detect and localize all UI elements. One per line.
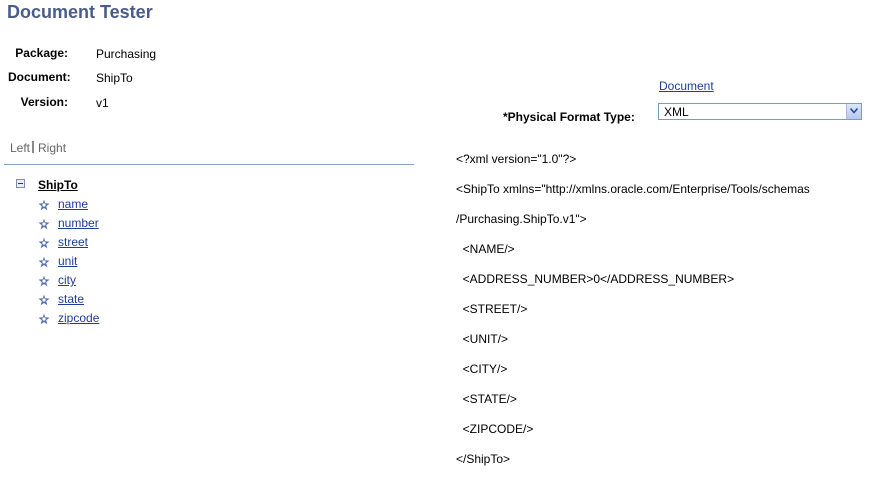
format-type-label: *Physical Format Type: <box>503 110 635 124</box>
xml-line: <NAME/> <box>456 242 515 256</box>
document-value: ShipTo <box>96 71 133 85</box>
xml-line: <CITY/> <box>456 362 508 376</box>
tabs-divider <box>4 164 414 165</box>
xml-output: <?xml version="1.0"?> <ShipTo xmlns="htt… <box>456 137 810 482</box>
version-value: v1 <box>96 96 109 110</box>
field-node-icon <box>38 294 50 306</box>
package-label: Package: <box>15 46 68 60</box>
xml-line: <ShipTo xmlns="http://xmlns.oracle.com/E… <box>456 182 810 196</box>
tree-node-state[interactable]: state <box>58 292 84 306</box>
tree-node-zipcode[interactable]: zipcode <box>58 311 99 325</box>
xml-line: <STREET/> <box>456 302 528 316</box>
field-node-icon <box>38 218 50 230</box>
field-node-icon <box>38 275 50 287</box>
tab-left[interactable]: Left <box>10 141 30 155</box>
tree-root-shipto[interactable]: ShipTo <box>38 178 78 192</box>
format-type-select[interactable]: XML <box>658 103 862 120</box>
tab-separator <box>32 141 35 153</box>
tab-right[interactable]: Right <box>38 141 66 155</box>
tree-node-name[interactable]: name <box>58 197 88 211</box>
field-node-icon <box>38 199 50 211</box>
chevron-down-icon[interactable] <box>846 104 861 119</box>
tree-node-city[interactable]: city <box>58 273 76 287</box>
field-node-icon <box>38 256 50 268</box>
page-title: Document Tester <box>7 2 153 22</box>
xml-line: <ADDRESS_NUMBER>0</ADDRESS_NUMBER> <box>456 272 735 286</box>
xml-line: </ShipTo> <box>456 452 511 466</box>
xml-line: <UNIT/> <box>456 332 509 346</box>
xml-line: <ZIPCODE/> <box>456 422 534 436</box>
xml-line: /Purchasing.ShipTo.v1"> <box>456 212 587 226</box>
collapse-icon[interactable] <box>16 179 25 188</box>
document-link[interactable]: Document <box>659 79 714 93</box>
document-label: Document: <box>8 70 71 84</box>
tree-node-street[interactable]: street <box>58 235 88 249</box>
tree-node-number[interactable]: number <box>58 216 99 230</box>
panel-tabs: Left Right <box>10 141 66 155</box>
package-value: Purchasing <box>96 47 157 61</box>
field-node-icon <box>38 313 50 325</box>
xml-line: <STATE/> <box>456 392 517 406</box>
tree-node-unit[interactable]: unit <box>58 254 77 268</box>
xml-line: <?xml version="1.0"?> <box>456 152 577 166</box>
format-type-value: XML <box>664 105 689 119</box>
field-node-icon <box>38 237 50 249</box>
version-label: Version: <box>20 95 68 109</box>
